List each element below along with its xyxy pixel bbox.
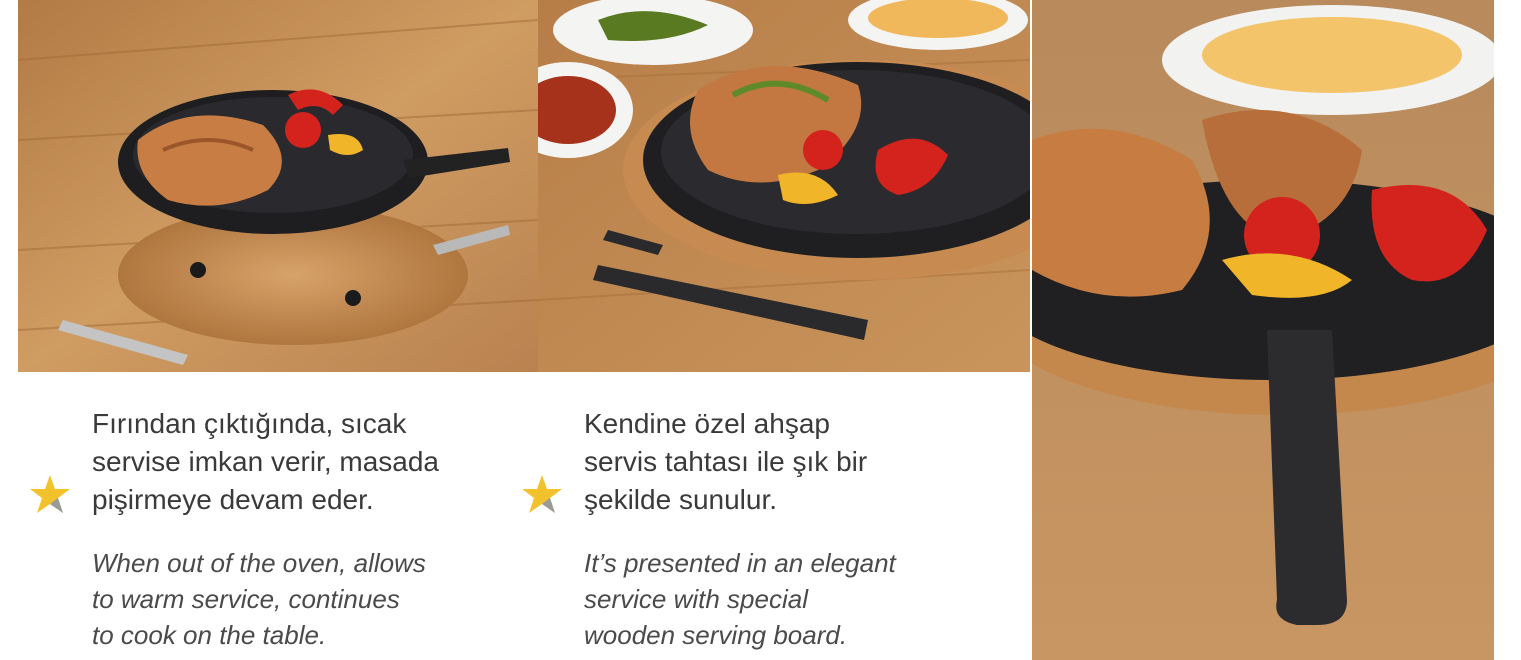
feature-tr-line: pişirmeye devam eder. — [92, 484, 374, 515]
feature-tr-line: servise imkan verir, masada — [92, 446, 440, 477]
feature-en-line: wooden serving board. — [584, 620, 848, 650]
chicken-on-cast-iron-pan-photo — [18, 0, 538, 372]
feature-en-line: to cook on the table. — [92, 620, 327, 650]
feature-en-text: It’s presented in an elegant service wit… — [584, 545, 896, 653]
pan-handle-closeup-photo — [1032, 0, 1494, 660]
feature-tr-text: Kendine özel ahşap servis tahtası ile şı… — [584, 405, 867, 519]
feature-warm-service: Fırından çıktığında, sıcak servise imkan… — [28, 405, 498, 660]
feature-tr-line: Fırından çıktığında, sıcak — [92, 408, 407, 439]
feature-en-line: to warm service, continues — [92, 584, 400, 614]
feature-en-line: When out of the oven, allows — [92, 548, 426, 578]
feature-tr-line: Kendine özel ahşap — [584, 408, 830, 439]
feature-tr-line: servis tahtası ile şık bir — [584, 446, 868, 477]
star-icon — [30, 475, 70, 513]
feature-en-line: It’s presented in an elegant — [584, 548, 896, 578]
pan-on-wooden-board-photo — [538, 0, 1030, 372]
feature-wooden-board: Kendine özel ahşap servis tahtası ile şı… — [520, 405, 990, 660]
star-icon — [522, 475, 562, 513]
feature-tr-text: Fırından çıktığında, sıcak servise imkan… — [92, 405, 439, 519]
feature-tr-line: şekilde sunulur. — [584, 484, 778, 515]
feature-en-line: service with special — [584, 584, 808, 614]
feature-en-text: When out of the oven, allows to warm ser… — [92, 545, 426, 653]
